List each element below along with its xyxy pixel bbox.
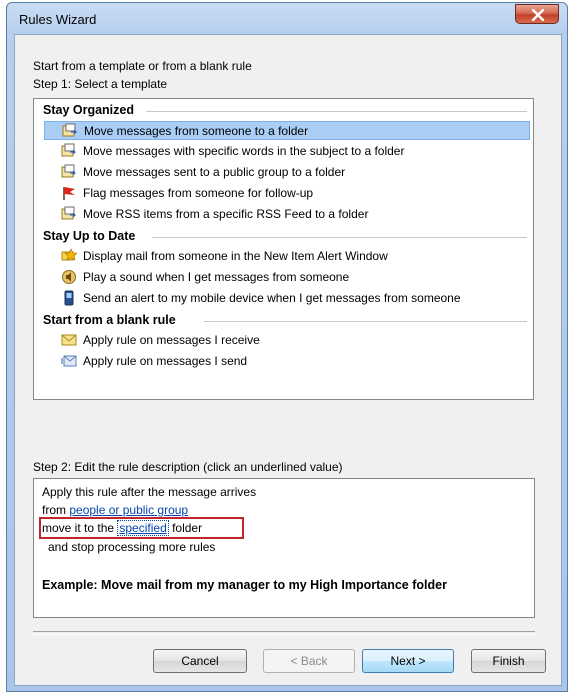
template-item-flag-followup[interactable]: Flag messages from someone for follow-up [44, 184, 530, 203]
speaker-icon [62, 270, 76, 284]
flag-icon [63, 187, 75, 200]
template-item-move-rss[interactable]: Move RSS items from a specific RSS Feed … [44, 205, 530, 224]
alert-window-icon [61, 248, 77, 261]
intro-label: Start from a template or from a blank ru… [33, 59, 252, 73]
rule-description-box: Apply this rule after the message arrive… [33, 478, 535, 618]
move-to-folder-icon [61, 143, 77, 157]
group-divider [204, 321, 527, 322]
template-item-move-public-group[interactable]: Move messages sent to a public group to … [44, 163, 530, 182]
template-item-label: Apply rule on messages I receive [83, 333, 260, 347]
rule-from-prefix: from [42, 503, 70, 517]
dialog-client-area: Start from a template or from a blank ru… [14, 34, 562, 686]
rule-line-stop: and stop processing more rules [48, 540, 216, 554]
template-item-rule-receive[interactable]: Apply rule on messages I receive [44, 331, 530, 350]
step1-label: Step 1: Select a template [33, 77, 168, 91]
template-item-label: Move messages from someone to a folder [84, 124, 309, 138]
people-or-public-group-link[interactable]: people or public group [69, 503, 188, 517]
close-icon [531, 9, 545, 21]
rule-line-apply: Apply this rule after the message arrive… [42, 485, 257, 499]
close-button[interactable] [515, 4, 559, 24]
template-item-label: Play a sound when I get messages from so… [83, 270, 350, 284]
envelope-icon [61, 334, 77, 346]
highlight-box [39, 517, 244, 539]
template-list[interactable]: Stay Organized Move messages from someon… [33, 98, 534, 400]
group-header-stay-up-to-date: Stay Up to Date [43, 229, 136, 243]
title-bar[interactable]: Rules Wizard [7, 3, 567, 35]
template-item-label: Display mail from someone in the New Ite… [83, 249, 388, 263]
template-item-move-specific-words[interactable]: Move messages with specific words in the… [44, 142, 530, 161]
cancel-button[interactable]: Cancel [153, 649, 247, 673]
template-item-rule-send[interactable]: Apply rule on messages I send [44, 352, 530, 371]
template-item-label: Apply rule on messages I send [83, 354, 248, 368]
template-item-label: Flag messages from someone for follow-up [83, 186, 314, 200]
window-title: Rules Wizard [19, 12, 97, 27]
template-item-mobile-alert[interactable]: Send an alert to my mobile device when I… [44, 289, 530, 308]
template-item-label: Send an alert to my mobile device when I… [83, 291, 461, 305]
rule-line-from: from people or public group [42, 503, 188, 517]
template-item-play-sound[interactable]: Play a sound when I get messages from so… [44, 268, 530, 287]
template-item-move-from-someone[interactable]: Move messages from someone to a folder [44, 121, 530, 140]
group-divider [152, 237, 527, 238]
rule-example: Example: Move mail from my manager to my… [42, 578, 447, 592]
move-to-folder-icon [62, 123, 78, 137]
button-separator [33, 631, 535, 635]
template-item-label: Move messages with specific words in the… [83, 144, 405, 158]
group-header-stay-organized: Stay Organized [43, 103, 134, 117]
move-to-folder-icon [61, 206, 77, 220]
group-divider [146, 111, 527, 112]
finish-button[interactable]: Finish [471, 649, 546, 673]
group-header-blank-rule: Start from a blank rule [43, 313, 176, 327]
template-item-label: Move RSS items from a specific RSS Feed … [83, 207, 369, 221]
template-item-new-item-alert[interactable]: Display mail from someone in the New Ite… [44, 247, 530, 266]
mobile-phone-icon [64, 290, 74, 306]
next-button[interactable]: Next > [362, 649, 454, 673]
template-item-label: Move messages sent to a public group to … [83, 165, 346, 179]
back-button[interactable]: < Back [263, 649, 355, 673]
move-to-folder-icon [61, 164, 77, 178]
step2-label: Step 2: Edit the rule description (click… [33, 460, 343, 474]
outbox-icon [61, 355, 77, 367]
